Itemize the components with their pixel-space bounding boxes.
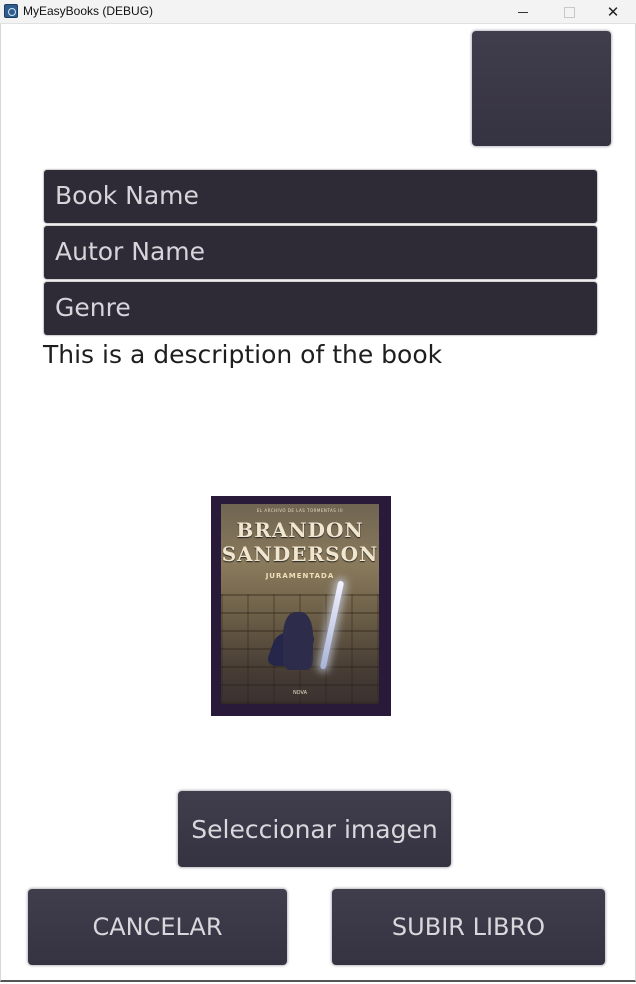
window-title: MyEasyBooks (DEBUG) [23,4,154,18]
app-icon [4,4,18,18]
cover-figure [283,612,313,670]
cover-author-first: BRANDON [236,518,364,542]
cover-series-text: EL ARCHIVO DE LAS TORMENTAS III [256,508,344,513]
title-bar: MyEasyBooks (DEBUG) ✕ [0,0,636,24]
cancel-button[interactable]: CANCELAR [28,889,287,965]
cover-title: JURAMENTADA [265,572,335,580]
genre-field[interactable]: Genre [44,282,597,335]
upload-book-button[interactable]: SUBIR LIBRO [332,889,605,965]
book-cover-image: EL ARCHIVO DE LAS TORMENTAS III BRANDON … [211,496,391,716]
book-description: This is a description of the book [43,340,443,369]
top-action-button[interactable] [472,31,611,146]
select-image-button[interactable]: Seleccionar imagen [178,791,451,867]
app-content: Book Name Autor Name Genre This is a des… [0,24,636,982]
maximize-button[interactable] [546,0,592,24]
author-name-field[interactable]: Autor Name [44,226,597,279]
minimize-button[interactable] [500,0,546,24]
cover-publisher: NOVA [292,690,308,696]
close-button[interactable]: ✕ [590,0,636,24]
book-name-field[interactable]: Book Name [44,170,597,223]
cover-author-last: SANDERSON [221,542,379,566]
cover-art: EL ARCHIVO DE LAS TORMENTAS III BRANDON … [221,504,379,704]
